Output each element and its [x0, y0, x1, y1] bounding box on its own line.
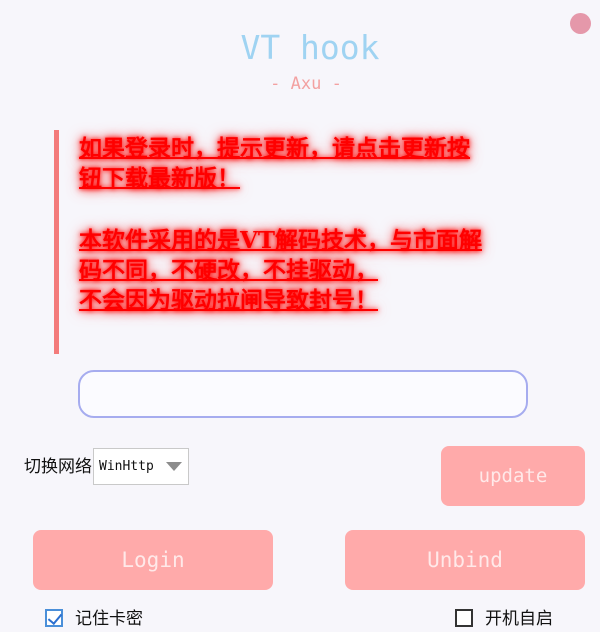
unbind-button[interactable]: Unbind [345, 530, 585, 590]
app-subtitle: - Axu - [270, 74, 342, 94]
notice-update-text: 如果登录时，提示更新，请点击更新按 钮下载最新版！ [79, 135, 470, 192]
app-title: VT hook [240, 28, 380, 67]
checkbox-box[interactable] [45, 609, 63, 627]
notice-tech-text: 本软件采用的是VT解码技术，与市面解 码不同，不硬改，不挂驱动， 不会因为驱动拉… [79, 227, 482, 314]
card-key-input[interactable] [78, 370, 528, 418]
autostart-label: 开机自启 [485, 609, 553, 629]
network-select[interactable]: WinHttp [93, 448, 189, 485]
network-switch-label: 切换网络 [24, 457, 92, 477]
update-button[interactable]: update [441, 446, 585, 506]
checkbox-box[interactable] [455, 609, 473, 627]
login-button[interactable]: Login [33, 530, 273, 590]
remember-key-label: 记住卡密 [75, 609, 143, 629]
network-selected-value: WinHttp [99, 459, 154, 474]
notice-panel: 如果登录时，提示更新，请点击更新按 钮下载最新版！ 本软件采用的是VT解码技术，… [54, 130, 579, 354]
chevron-down-icon [166, 462, 182, 471]
